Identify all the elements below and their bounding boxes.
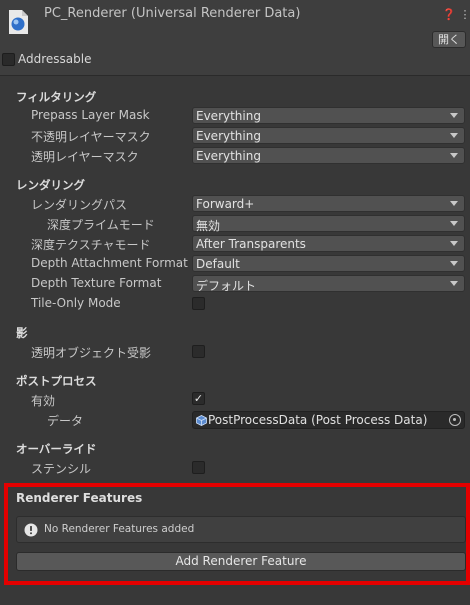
stencil-checkbox[interactable] [192, 461, 205, 474]
dropdown-value: Forward+ [196, 197, 255, 211]
addressable-label: Addressable [18, 52, 92, 66]
help-icon[interactable]: ❓ [442, 8, 456, 22]
chevron-down-icon [450, 241, 458, 246]
section-rendering[interactable]: レンダリング [16, 177, 85, 193]
section-post-processing[interactable]: ポストプロセス [16, 373, 97, 389]
transparent-layer-mask-dropdown[interactable]: Everything [192, 147, 465, 164]
chevron-down-icon [450, 281, 458, 286]
rendering-path-dropdown[interactable]: Forward+ [192, 195, 465, 212]
prepass-layer-mask-label: Prepass Layer Mask [31, 108, 150, 122]
renderer-features-empty-box: No Renderer Features added [16, 516, 466, 543]
dropdown-value: Everything [196, 149, 261, 163]
depth-texture-mode-dropdown[interactable]: After Transparents [192, 235, 465, 252]
stencil-label: ステンシル [31, 462, 92, 476]
depth-attachment-format-dropdown[interactable]: Default [192, 255, 465, 272]
add-renderer-feature-button[interactable]: Add Renderer Feature [16, 552, 466, 571]
chevron-down-icon [450, 221, 458, 226]
chevron-down-icon [450, 153, 458, 158]
chevron-down-icon [450, 113, 458, 118]
depth-texture-format-label: Depth Texture Format [31, 276, 162, 290]
chevron-down-icon [450, 201, 458, 206]
asset-title: PC_Renderer (Universal Renderer Data) [44, 6, 301, 21]
section-overrides[interactable]: オーバーライド [16, 441, 96, 457]
transparent-receive-shadows-label: 透明オブジェクト受影 [31, 346, 152, 360]
prepass-layer-mask-dropdown[interactable]: Everything [192, 107, 465, 124]
tile-only-mode-checkbox[interactable] [192, 297, 205, 310]
depth-texture-format-dropdown[interactable]: デフォルト [192, 275, 465, 293]
post-process-data-label: データ [47, 414, 84, 428]
info-icon [24, 523, 38, 537]
addressable-checkbox[interactable] [2, 53, 15, 66]
chevron-down-icon [450, 261, 458, 266]
opaque-layer-mask-label: 不透明レイヤーマスク [31, 130, 151, 144]
post-process-data-field[interactable]: PostProcessData (Post Process Data) [192, 411, 465, 429]
depth-attachment-format-label: Depth Attachment Format [31, 256, 188, 270]
dropdown-value: Everything [196, 109, 261, 123]
object-field-value: PostProcessData (Post Process Data) [208, 413, 428, 427]
scriptable-object-icon [196, 415, 207, 426]
post-processing-enabled-label: 有効 [31, 394, 56, 408]
dropdown-value: Everything [196, 129, 261, 143]
depth-priming-mode-label: 深度プライムモード [47, 218, 155, 232]
renderer-features-title: Renderer Features [16, 491, 143, 505]
empty-message: No Renderer Features added [44, 523, 195, 535]
transparent-layer-mask-label: 透明レイヤーマスク [31, 150, 139, 164]
transparent-receive-shadows-checkbox[interactable] [192, 345, 205, 358]
chevron-down-icon [450, 133, 458, 138]
section-shadows[interactable]: 影 [16, 325, 28, 341]
depth-priming-mode-dropdown[interactable]: 無効 [192, 215, 465, 233]
depth-texture-mode-label: 深度テクスチャモード [31, 238, 151, 252]
dropdown-value: 無効 [196, 219, 221, 233]
open-button[interactable]: 開く [432, 31, 466, 48]
dropdown-value: デフォルト [196, 279, 257, 293]
rendering-path-label: レンダリングパス [31, 198, 128, 212]
dropdown-value: After Transparents [196, 237, 306, 251]
renderer-asset-icon [9, 10, 28, 34]
section-filtering[interactable]: フィルタリング [16, 89, 96, 105]
opaque-layer-mask-dropdown[interactable]: Everything [192, 127, 465, 144]
dropdown-value: Default [196, 257, 240, 271]
kebab-menu-icon[interactable]: ⋮ [458, 8, 470, 22]
tile-only-mode-label: Tile-Only Mode [31, 296, 121, 310]
post-processing-enabled-checkbox[interactable]: ✓ [192, 392, 205, 405]
object-picker-icon[interactable] [449, 414, 461, 426]
